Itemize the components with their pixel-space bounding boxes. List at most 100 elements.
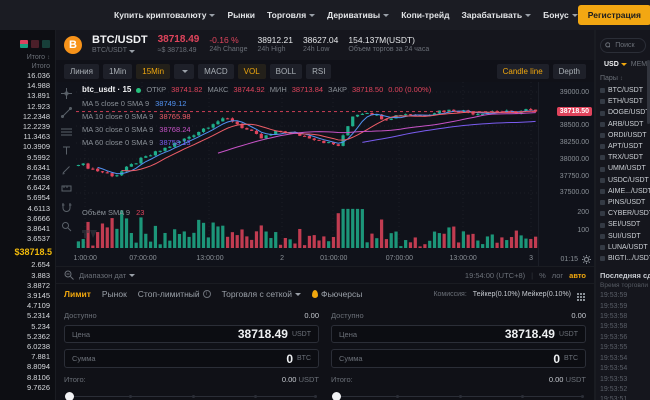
buy-price-input[interactable]: Цена 38718.49 USDT [64, 325, 319, 343]
sell-amount-input[interactable]: Сумма 0 BTC [331, 349, 586, 367]
order-type-tab[interactable]: Торговля с сеткой [222, 289, 301, 299]
buy-amount-slider[interactable] [66, 392, 317, 400]
nav-item[interactable]: Копи-трейд [401, 10, 449, 20]
ask-row[interactable]: 8.6341 [0, 163, 55, 173]
ask-row[interactable]: 3.6666 [0, 214, 55, 224]
pair-item[interactable]: USDC/USDT [596, 175, 650, 186]
bid-row[interactable]: 9.7626 [0, 383, 55, 393]
toolbar-chip[interactable]: Линия [64, 64, 99, 79]
ask-row[interactable]: 9.5992 [0, 153, 55, 163]
pair-search[interactable] [600, 38, 646, 53]
ask-row[interactable]: 3.6537 [0, 234, 55, 244]
bid-row[interactable]: 6.0238 [0, 342, 55, 352]
ask-row[interactable]: 12.2239 [0, 122, 55, 132]
ask-row[interactable]: 10.3909 [0, 142, 55, 152]
slider-handle[interactable] [332, 392, 341, 400]
toolbar-chip[interactable] [174, 64, 194, 79]
pair-item[interactable]: SEI/USDT [596, 219, 650, 230]
toolbar-chip[interactable]: VOL [238, 64, 266, 79]
sell-amount-slider[interactable] [333, 392, 584, 400]
ask-row[interactable]: 7.5638 [0, 173, 55, 183]
buy-amount-input[interactable]: Сумма 0 BTC [64, 349, 319, 367]
trendline-tool-icon[interactable] [61, 107, 72, 118]
order-type-tab[interactable]: Стоп-лимитныйi [138, 289, 211, 299]
pair-item[interactable]: TRX/USDT [596, 152, 650, 163]
pair-search-input[interactable] [613, 41, 641, 50]
ask-row[interactable]: 6.6424 [0, 183, 55, 193]
bid-row[interactable]: 5.2362 [0, 332, 55, 342]
bid-row[interactable]: 4.7109 [0, 301, 55, 311]
pair-item[interactable]: BTC/USDT [596, 85, 650, 96]
ask-row[interactable]: 16.036 [0, 71, 55, 81]
nav-item[interactable]: Рынки [227, 10, 255, 20]
bid-row[interactable]: 7.881 [0, 352, 55, 362]
pair-item[interactable]: LUNA/USDT [596, 242, 650, 253]
bid-row[interactable]: 2.654 [0, 260, 55, 270]
pair-item[interactable]: CYBER/USDT [596, 208, 650, 219]
zoom-tool-icon[interactable] [61, 221, 72, 232]
bid-row[interactable]: 5.234 [0, 322, 55, 332]
nav-item[interactable]: Бонус [543, 10, 578, 20]
auto-scale-button[interactable]: авто [569, 271, 586, 280]
slider-handle[interactable] [65, 392, 74, 400]
ask-row[interactable]: 12.2348 [0, 112, 55, 122]
ask-row[interactable]: 13.891 [0, 91, 55, 101]
pair-selector[interactable]: BTC/USDT [92, 47, 148, 56]
toolbar-chip[interactable]: BOLL [270, 64, 302, 79]
nav-item[interactable]: Купить криптовалюту [114, 10, 215, 20]
bid-row[interactable]: 8.8106 [0, 373, 55, 383]
bid-row[interactable]: 3.9145 [0, 291, 55, 301]
register-button[interactable]: Регистрация [578, 5, 650, 25]
toolbar-chip[interactable]: MACD [198, 64, 234, 79]
log-scale-button[interactable]: лог [552, 271, 563, 280]
crosshair-tool-icon[interactable] [61, 88, 72, 99]
toolbar-chip[interactable]: 15Min [136, 64, 170, 79]
ask-row[interactable]: 14.988 [0, 81, 55, 91]
tab-usd[interactable]: USD [604, 60, 627, 69]
order-type-tab[interactable]: Фьючерсы [312, 289, 362, 299]
order-type-tab[interactable]: Рынок [102, 289, 127, 299]
date-range-dropdown[interactable]: Диапазон дат [79, 271, 135, 280]
toolbar-chip[interactable]: 1Min [103, 64, 132, 79]
orderbook-last-price[interactable]: $38718.5 [0, 244, 55, 260]
pair-item[interactable]: BIGTI.../USDT [596, 253, 650, 264]
tab-mem[interactable]: MEM [631, 61, 647, 68]
pair-item[interactable]: PINS/USDT [596, 197, 650, 208]
ask-row[interactable]: 4.6113 [0, 204, 55, 214]
layout-grid-icon[interactable] [577, 293, 579, 295]
nav-item[interactable]: Деривативы [327, 10, 389, 20]
pair-item[interactable]: ORDI/USDT [596, 130, 650, 141]
measure-tool-icon[interactable] [61, 183, 72, 194]
zoom-in-icon[interactable] [64, 270, 74, 280]
nav-item[interactable]: Торговля [267, 10, 315, 20]
chart-settings-gear-icon[interactable] [582, 255, 591, 264]
magnet-tool-icon[interactable] [61, 202, 72, 213]
pair-item[interactable]: UMM/USDT [596, 163, 650, 174]
pair-item[interactable]: AIME.../USDT [596, 186, 650, 197]
bid-row[interactable]: 3.883 [0, 271, 55, 281]
pair-item[interactable]: APT/USDT [596, 141, 650, 152]
ask-row[interactable]: 5.6954 [0, 193, 55, 203]
channel-tool-icon[interactable] [61, 126, 72, 137]
pencil-tool-icon[interactable] [61, 164, 72, 175]
orderbook-both-view-icon[interactable] [20, 40, 28, 48]
orderbook-sort-header[interactable]: Итого ↕ [0, 53, 55, 62]
candle-line-button[interactable]: Candle line [497, 64, 549, 79]
text-tool-icon[interactable] [61, 145, 72, 156]
orderbook-asks-view-icon[interactable] [31, 40, 39, 48]
percent-scale-button[interactable]: % [539, 271, 546, 280]
pairs-sort-header[interactable]: Пары ↕ [596, 74, 650, 85]
orderbook-bids-view-icon[interactable] [42, 40, 50, 48]
toolbar-chip[interactable]: RSI [306, 64, 331, 79]
sell-price-input[interactable]: Цена 38718.49 USDT [331, 325, 586, 343]
order-type-tab[interactable]: Лимит [64, 289, 91, 299]
nav-item[interactable]: Зарабатывать [461, 10, 531, 20]
bid-row[interactable]: 5.2314 [0, 311, 55, 321]
pair-item[interactable]: DOGE/USDT [596, 107, 650, 118]
ask-row[interactable]: 11.3463 [0, 132, 55, 142]
pair-item[interactable]: SUI/USDT [596, 231, 650, 242]
bid-row[interactable]: 8.8094 [0, 362, 55, 372]
ask-row[interactable]: 12.923 [0, 102, 55, 112]
depth-button[interactable]: Depth [553, 64, 586, 79]
pair-item[interactable]: ETH/USDT [596, 96, 650, 107]
